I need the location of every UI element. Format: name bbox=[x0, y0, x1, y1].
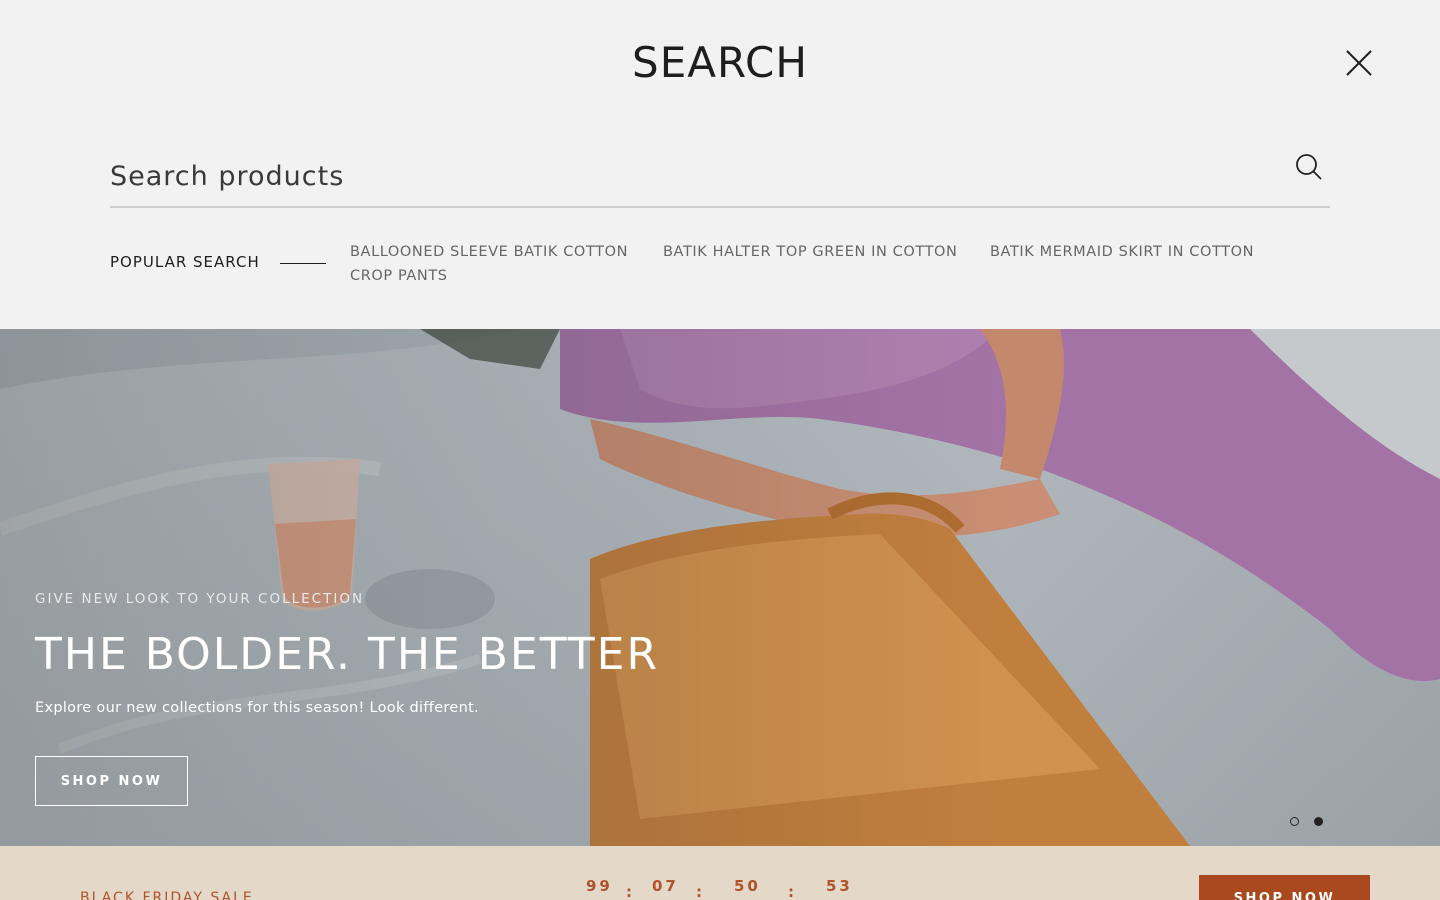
sale-label: BLACK FRIDAY SALE bbox=[80, 890, 254, 900]
search-title: SEARCH bbox=[632, 38, 808, 87]
hero-overlay bbox=[0, 329, 1440, 846]
countdown-separator: : bbox=[696, 883, 705, 900]
close-icon bbox=[1346, 50, 1372, 76]
popular-search-item[interactable]: BATIK HALTER TOP GREEN IN COTTON bbox=[663, 240, 958, 264]
countdown-separator: : bbox=[626, 883, 635, 900]
popular-search-label: POPULAR SEARCH bbox=[110, 253, 260, 271]
sale-shop-now-button[interactable]: SHOP NOW bbox=[1199, 875, 1370, 900]
countdown-separator: : bbox=[788, 883, 797, 900]
search-icon bbox=[1296, 154, 1322, 180]
popular-search-divider bbox=[280, 263, 326, 264]
hero-banner: GIVE NEW LOOK TO YOUR COLLECTION THE BOL… bbox=[0, 329, 1440, 846]
search-input[interactable] bbox=[110, 152, 1270, 200]
countdown-seconds: 53 bbox=[826, 877, 853, 895]
close-button[interactable] bbox=[1340, 44, 1378, 82]
slider-dot-1[interactable] bbox=[1290, 817, 1299, 826]
slider-dots bbox=[1290, 817, 1330, 829]
popular-search-item[interactable]: BALLOONED SLEEVE BATIK COTTON CROP PANTS bbox=[350, 240, 640, 288]
search-submit-button[interactable] bbox=[1294, 152, 1324, 182]
hero-title: THE BOLDER. THE BETTER bbox=[35, 629, 660, 680]
countdown-hours: 07 bbox=[652, 877, 679, 895]
countdown-days: 99 bbox=[586, 877, 613, 895]
popular-search-item[interactable]: BATIK MERMAID SKIRT IN COTTON bbox=[990, 240, 1254, 264]
search-overlay: SEARCH POPULAR SEARCH BALLOONED SLEEVE B… bbox=[0, 0, 1440, 329]
hero-description: Explore our new collections for this sea… bbox=[35, 700, 479, 716]
search-bar bbox=[110, 148, 1330, 208]
sale-bar: BLACK FRIDAY SALE 99 : 07 : 50 : 53 SHOP… bbox=[0, 846, 1440, 900]
hero-shop-now-button[interactable]: SHOP NOW bbox=[35, 756, 188, 806]
countdown-minutes: 50 bbox=[734, 877, 761, 895]
hero-kicker: GIVE NEW LOOK TO YOUR COLLECTION bbox=[35, 591, 365, 607]
slider-dot-2-active[interactable] bbox=[1314, 817, 1323, 826]
